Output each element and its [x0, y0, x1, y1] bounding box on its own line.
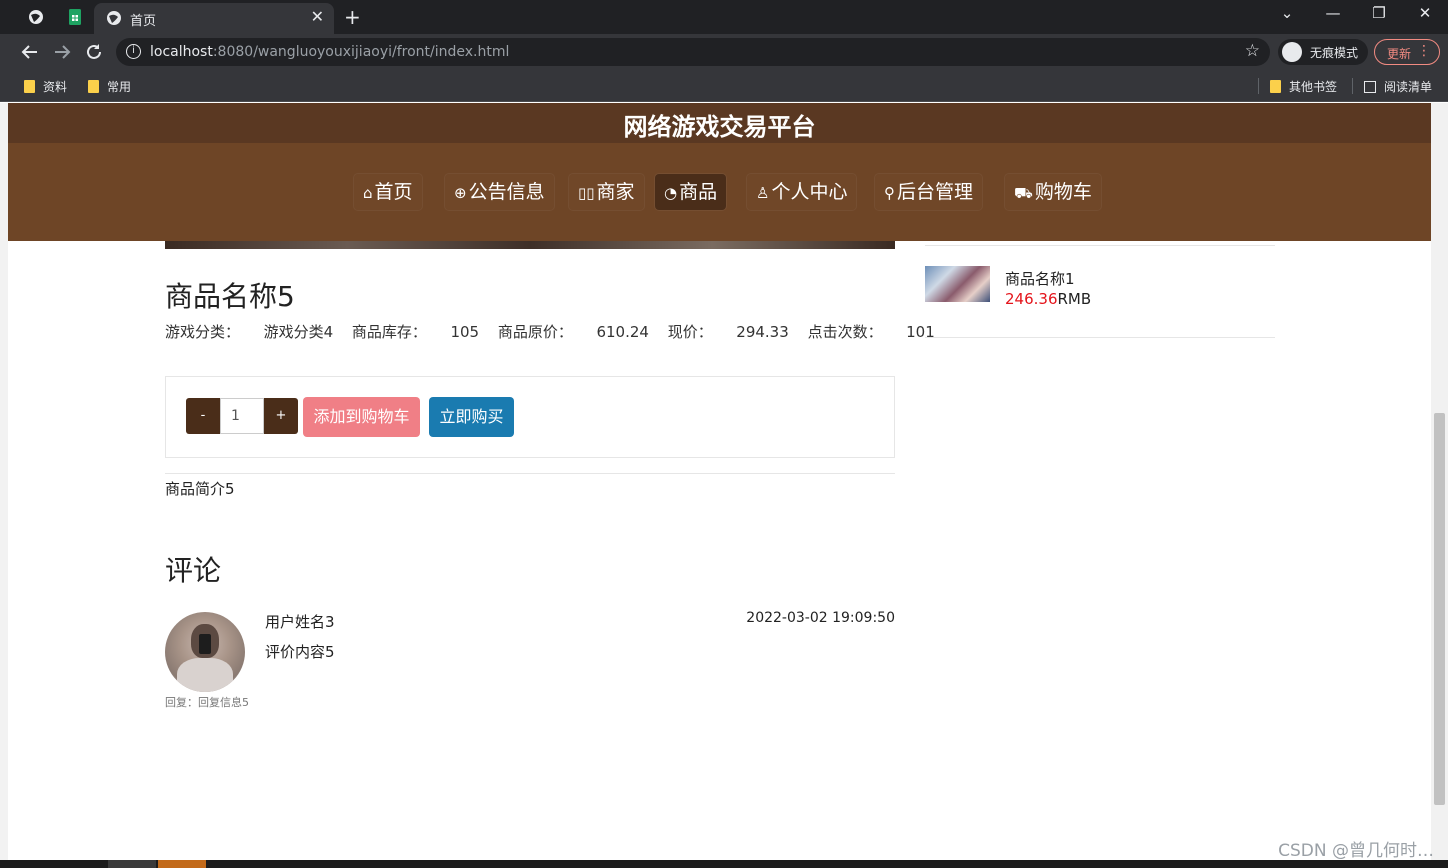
os-taskbar [0, 860, 1448, 868]
sidebar-product-image[interactable] [925, 266, 990, 302]
watermark: CSDN @曾几何时… [1278, 841, 1434, 860]
nav-notices[interactable]: ⊕ 公告信息 [445, 174, 554, 210]
taskbar-item[interactable] [108, 860, 156, 868]
comments-heading: 评论 [165, 554, 222, 587]
bookmark-star-icon[interactable]: ☆ [1245, 41, 1260, 61]
dashboard-icon: ◔ [664, 184, 678, 202]
nav-home[interactable]: ⌂ 首页 [354, 174, 422, 210]
sidebar-product-price: 246.36RMB [1005, 290, 1092, 308]
url-text[interactable]: localhost:8080/wangluoyouxijiaoyi/front/… [150, 44, 509, 60]
tab-globe-icon[interactable] [25, 6, 47, 28]
nav-cart[interactable]: ⛟ 购物车 [1005, 174, 1101, 210]
bookmark-folder[interactable]: 资料 [24, 78, 67, 95]
other-bookmarks[interactable]: 其他书签 [1270, 78, 1337, 95]
reading-list[interactable]: 阅读清单 [1364, 78, 1432, 95]
incognito-indicator[interactable]: 无痕模式 [1278, 39, 1368, 65]
click-count: 点击次数： 101 [807, 323, 935, 341]
user-icon: ♙ [756, 184, 770, 202]
comment-time: 2022-03-02 19:09:50 [746, 610, 895, 626]
product-image [165, 241, 895, 249]
product-intro: 商品简介5 [165, 480, 235, 498]
incognito-icon [1282, 42, 1302, 62]
browser-tab-bar: 首页 ✕ + ⌄ — ❐ ✕ [0, 0, 1448, 34]
reload-icon[interactable] [82, 40, 106, 64]
tab-close-icon[interactable]: ✕ [311, 7, 324, 26]
minimize-button[interactable]: — [1310, 4, 1356, 22]
page-viewport: 网络游戏交易平台 ⌂ 首页 ⊕ 公告信息 ▯▯ 商家 ◔ 商品 ♙ 个人中心 ⚲ 后台管理 … [0, 103, 1448, 860]
back-icon[interactable] [18, 40, 42, 64]
main-nav: ⌂ 首页 ⊕ 公告信息 ▯▯ 商家 ◔ 商品 ♙ 个人中心 ⚲ 后台管理 ⛟ 购物车 [8, 143, 1431, 241]
cart-icon: ⛟ [1014, 184, 1033, 202]
link-icon: ⚲ [884, 184, 895, 202]
menu-dots-icon: ⋮ [1417, 43, 1431, 59]
product-title: 商品名称5 [165, 280, 295, 313]
tab-title: 首页 [130, 14, 157, 29]
original-price: 商品原价： 610.24 [497, 323, 649, 341]
comment-reply: 回复：回复信息5 [165, 696, 249, 709]
new-tab-button[interactable]: + [344, 5, 361, 29]
bookmark-separator [1258, 78, 1259, 94]
bookmarks-bar: 资料 常用 其他书签 阅读清单 [0, 70, 1448, 102]
browser-toolbar: i localhost:8080/wangluoyouxijiaoyi/fron… [0, 34, 1448, 70]
comment-content: 评价内容5 [265, 643, 335, 661]
bookmark-separator [1352, 78, 1353, 94]
nav-merchants[interactable]: ▯▯ 商家 [569, 174, 644, 210]
address-bar[interactable]: i localhost:8080/wangluoyouxijiaoyi/fron… [116, 38, 1270, 66]
active-tab[interactable]: 首页 ✕ [94, 3, 334, 34]
divider [925, 337, 1275, 338]
bookmark-folder[interactable]: 常用 [88, 78, 131, 95]
purchase-panel: - 1 + 添加到购物车 立即购买 [165, 376, 895, 458]
tab-sheets-icon[interactable] [64, 6, 86, 28]
tab-search-icon[interactable]: ⌄ [1264, 4, 1310, 22]
scrollbar-thumb[interactable] [1434, 413, 1445, 805]
close-window-button[interactable]: ✕ [1402, 4, 1448, 22]
site-title: 网络游戏交易平台 [623, 113, 816, 141]
globe-icon: ⊕ [454, 184, 467, 202]
quantity-increase-button[interactable]: + [264, 398, 298, 434]
columns-icon: ▯▯ [578, 184, 595, 202]
folder-icon [1270, 80, 1281, 93]
divider [925, 245, 1275, 246]
forward-icon[interactable] [50, 40, 74, 64]
reading-list-icon [1364, 81, 1376, 93]
folder-icon [88, 80, 99, 93]
avatar [165, 612, 245, 692]
category: 游戏分类： 游戏分类4 [165, 323, 334, 341]
site-header: 网络游戏交易平台 [8, 103, 1431, 143]
sidebar-product-name[interactable]: 商品名称1 [1005, 268, 1075, 289]
update-button[interactable]: 更新 ⋮ [1374, 39, 1440, 65]
home-icon: ⌂ [363, 184, 373, 202]
current-price: 现价： 294.33 [667, 323, 789, 341]
divider [165, 473, 895, 474]
page-gutter [0, 103, 8, 860]
taskbar-item[interactable] [158, 860, 206, 868]
info-icon[interactable]: i [126, 44, 141, 59]
add-to-cart-button[interactable]: 添加到购物车 [303, 397, 420, 437]
nav-admin[interactable]: ⚲ 后台管理 [875, 174, 983, 210]
folder-icon [24, 80, 35, 93]
nav-profile[interactable]: ♙ 个人中心 [747, 174, 857, 210]
globe-icon [106, 10, 122, 30]
nav-products[interactable]: ◔ 商品 [655, 174, 727, 210]
quantity-input[interactable]: 1 [220, 398, 264, 434]
comment-user: 用户姓名3 [265, 613, 335, 631]
stock: 商品库存： 105 [351, 323, 480, 341]
quantity-decrease-button[interactable]: - [186, 398, 220, 434]
buy-now-button[interactable]: 立即购买 [429, 397, 514, 437]
product-meta: 游戏分类： 游戏分类4 商品库存： 105 商品原价： 610.24 现价： 2… [165, 321, 949, 342]
restore-button[interactable]: ❐ [1356, 4, 1402, 22]
page-scrollbar[interactable] [1431, 103, 1448, 860]
